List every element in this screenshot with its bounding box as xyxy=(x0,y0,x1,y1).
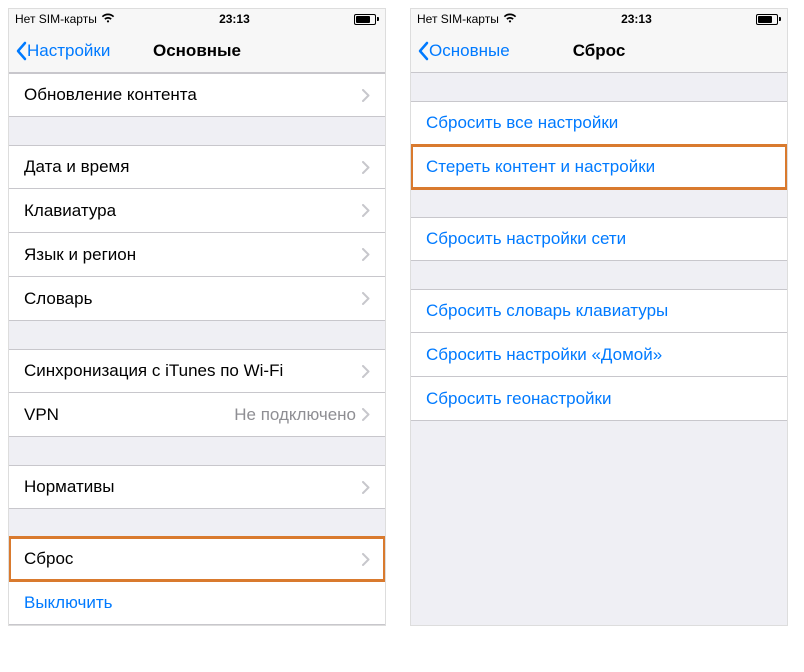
row-itunes-wifi-sync[interactable]: Синхронизация с iTunes по Wi-Fi xyxy=(9,349,385,393)
wifi-icon xyxy=(503,12,517,26)
row-erase-all-content[interactable]: Стереть контент и настройки xyxy=(411,145,787,189)
back-label: Основные xyxy=(429,41,510,61)
row-date-time[interactable]: Дата и время xyxy=(9,145,385,189)
battery-icon xyxy=(354,14,379,25)
row-label: Сбросить настройки «Домой» xyxy=(426,345,772,365)
row-label: Сбросить геонастройки xyxy=(426,389,772,409)
clock-label: 23:13 xyxy=(621,12,652,26)
carrier-label: Нет SIM-карты xyxy=(15,12,97,26)
back-button[interactable]: Настройки xyxy=(9,41,110,61)
row-vpn[interactable]: VPN Не подключено xyxy=(9,393,385,437)
chevron-right-icon xyxy=(362,292,370,305)
chevron-left-icon xyxy=(15,41,27,61)
chevron-right-icon xyxy=(362,365,370,378)
row-label: Синхронизация с iTunes по Wi-Fi xyxy=(24,361,362,381)
row-label: Клавиатура xyxy=(24,201,362,221)
clock-label: 23:13 xyxy=(219,12,250,26)
row-label: Нормативы xyxy=(24,477,362,497)
row-label: Сбросить словарь клавиатуры xyxy=(426,301,772,321)
chevron-right-icon xyxy=(362,553,370,566)
row-label: Дата и время xyxy=(24,157,362,177)
phone-reset-settings: Нет SIM-карты 23:13 Основные Сброс Сброс… xyxy=(410,8,788,626)
chevron-left-icon xyxy=(417,41,429,61)
row-reset-home-layout[interactable]: Сбросить настройки «Домой» xyxy=(411,333,787,377)
settings-list: Обновление контента Дата и время Клавиат… xyxy=(9,73,385,625)
row-keyboard[interactable]: Клавиатура xyxy=(9,189,385,233)
chevron-right-icon xyxy=(362,204,370,217)
row-shutdown[interactable]: Выключить xyxy=(9,581,385,625)
wifi-icon xyxy=(101,12,115,26)
back-label: Настройки xyxy=(27,41,110,61)
row-content-update[interactable]: Обновление контента xyxy=(9,73,385,117)
status-bar: Нет SIM-карты 23:13 xyxy=(9,9,385,29)
row-regulatory[interactable]: Нормативы xyxy=(9,465,385,509)
phone-general-settings: Нет SIM-карты 23:13 Настройки Основные О… xyxy=(8,8,386,626)
navigation-bar: Основные Сброс xyxy=(411,29,787,73)
row-reset-keyboard-dictionary[interactable]: Сбросить словарь клавиатуры xyxy=(411,289,787,333)
reset-list: Сбросить все настройки Стереть контент и… xyxy=(411,73,787,625)
row-language-region[interactable]: Язык и регион xyxy=(9,233,385,277)
chevron-right-icon xyxy=(362,408,370,421)
row-dictionary[interactable]: Словарь xyxy=(9,277,385,321)
chevron-right-icon xyxy=(362,481,370,494)
row-label: Выключить xyxy=(24,593,370,613)
status-bar: Нет SIM-карты 23:13 xyxy=(411,9,787,29)
navigation-bar: Настройки Основные xyxy=(9,29,385,73)
row-reset-all-settings[interactable]: Сбросить все настройки xyxy=(411,101,787,145)
row-label: Сбросить настройки сети xyxy=(426,229,772,249)
row-detail: Не подключено xyxy=(234,405,356,425)
back-button[interactable]: Основные xyxy=(411,41,510,61)
row-label: Словарь xyxy=(24,289,362,309)
chevron-right-icon xyxy=(362,89,370,102)
row-reset-network[interactable]: Сбросить настройки сети xyxy=(411,217,787,261)
row-label: VPN xyxy=(24,405,234,425)
chevron-right-icon xyxy=(362,161,370,174)
row-label: Стереть контент и настройки xyxy=(426,157,772,177)
row-label: Язык и регион xyxy=(24,245,362,265)
row-reset-location[interactable]: Сбросить геонастройки xyxy=(411,377,787,421)
row-reset[interactable]: Сброс xyxy=(9,537,385,581)
row-label: Сброс xyxy=(24,549,362,569)
carrier-label: Нет SIM-карты xyxy=(417,12,499,26)
row-label: Сбросить все настройки xyxy=(426,113,772,133)
battery-icon xyxy=(756,14,781,25)
row-label: Обновление контента xyxy=(24,85,362,105)
chevron-right-icon xyxy=(362,248,370,261)
